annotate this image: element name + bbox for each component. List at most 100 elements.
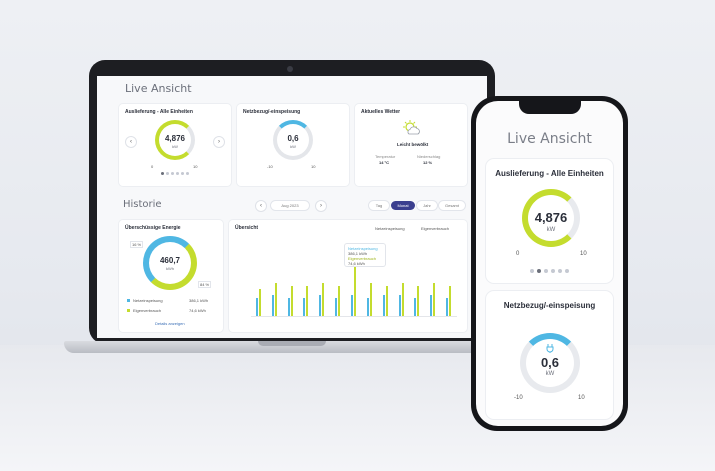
pager-dot[interactable] [186, 172, 189, 175]
laptop-screen: Live Ansicht Auslieferung - Alle Einheit… [97, 76, 487, 338]
legend-value: 74,6 kWh [189, 308, 206, 313]
card-title: Netzbezug/-einspeisung [243, 109, 301, 115]
laptop: Live Ansicht Auslieferung - Alle Einheit… [89, 60, 495, 344]
card-overview-chart: Übersicht Netzeinspeisung Eigenverbrauch… [229, 220, 467, 332]
chart-bar [417, 285, 420, 316]
details-link[interactable]: Details anzeigen [155, 321, 185, 326]
chart-bar [446, 297, 449, 316]
gauge-value: 0,6 [287, 134, 299, 143]
chart-bar [258, 288, 261, 316]
chart-bar [319, 294, 322, 316]
chart-tooltip: Netzeinspeisung 386,1 kWh Eigenverbrauch… [345, 244, 385, 266]
gauge-min: 0 [151, 164, 154, 169]
legend-swatch-green [127, 309, 130, 312]
gauge-max: 10 [193, 164, 198, 169]
donut-unit: kWh [166, 266, 174, 271]
legend-label: Eigenverbrauch [133, 308, 162, 313]
chart-bar [290, 285, 293, 316]
sun-cloud-icon [403, 120, 420, 135]
pager-dot[interactable] [551, 269, 555, 273]
tooltip-line: 74,6 kWh [348, 261, 365, 266]
pager-dot[interactable] [181, 172, 184, 175]
gauge-max: 10 [580, 251, 587, 257]
chart-bar [414, 297, 417, 316]
pager-dot[interactable] [544, 269, 548, 273]
card-delivery: Auslieferung - Alle Einheiten ‹ › 4,876 … [119, 104, 231, 186]
gauge-unit: kW [290, 144, 296, 149]
chart-bar [255, 297, 258, 316]
gauge-value: 4,876 [164, 134, 186, 143]
chart-bar [303, 297, 306, 316]
chart-bar [338, 285, 341, 316]
next-button[interactable]: › [213, 136, 225, 148]
card-title: Auslieferung - Alle Einheiten [125, 109, 193, 115]
laptop-hinge [258, 341, 326, 346]
plug-icon [546, 344, 554, 353]
phone-notch [519, 101, 581, 114]
period-day[interactable]: Tag [369, 201, 389, 210]
chart-bar [401, 282, 404, 316]
chart-bar [449, 285, 452, 316]
legend-swatch-blue [127, 299, 130, 302]
period-year[interactable]: Jahr [417, 201, 437, 210]
gauge-unit: kW [545, 371, 555, 377]
gauge-unit: kW [172, 144, 178, 149]
pager-dot[interactable] [565, 269, 569, 273]
card-title: Netzbezug/-einspeisung [503, 301, 596, 310]
legend-value: 386,1 kWh [189, 298, 209, 303]
pager-dot[interactable] [166, 172, 169, 175]
phone: Live Ansicht Auslieferung - Alle Einheit… [471, 96, 628, 431]
prev-button[interactable]: ‹ [125, 136, 137, 148]
chart-bar [351, 294, 353, 316]
gauge-min: -10 [267, 164, 273, 169]
section-title: Historie [123, 199, 162, 210]
card-surplus: Überschüssige Energie 460,7 kWh 16 % 84 … [119, 220, 223, 332]
gauge-max: 10 [578, 395, 585, 401]
donut-value: 460,7 [159, 256, 181, 265]
gauge-min: -10 [514, 395, 523, 401]
chart-bar [430, 294, 433, 316]
chart-bar [369, 282, 372, 316]
phone-card-grid: Netzbezug/-einspeisung 0,6 kW -10 10 [486, 291, 613, 419]
pager-dot[interactable] [530, 269, 534, 273]
legend-label: Netzeinspeisung [133, 298, 163, 303]
card-title: Aktuelles Wetter [361, 109, 401, 115]
gauge-unit: kW [546, 227, 556, 233]
card-title: Überschüssige Energie [125, 225, 181, 231]
chart-bar [287, 297, 290, 316]
rain-value: 12 % [423, 160, 433, 165]
temp-label: Temperatur [375, 154, 396, 159]
gauge-value: 0,6 [540, 355, 560, 370]
chart-legend-2: Eigenverbrauch [421, 226, 450, 231]
period-total[interactable]: Gesamt [439, 201, 465, 210]
pager-dot[interactable] [558, 269, 562, 273]
history-next-button[interactable]: › [315, 200, 327, 212]
chart-bar [271, 294, 274, 316]
phone-card-delivery: Auslieferung - Alle Einheiten 4,876 kW 0… [486, 159, 613, 283]
rain-label: Niederschlag [417, 154, 441, 159]
pager-dot[interactable] [176, 172, 179, 175]
chart-bar [382, 294, 385, 316]
card-weather: Aktuelles Wetter Leicht bewölkt Temperat… [355, 104, 467, 186]
pager-dot[interactable] [537, 269, 541, 273]
chart-bar [385, 285, 388, 316]
gauge-min: 0 [516, 251, 520, 257]
card-grid: Netzbezug/-einspeisung 0,6 kW -10 10 [237, 104, 349, 186]
pager-dot[interactable] [171, 172, 174, 175]
page-title: Live Ansicht [125, 82, 192, 95]
period-month[interactable]: Monat [391, 201, 415, 210]
phone-screen: Live Ansicht Auslieferung - Alle Einheit… [476, 101, 623, 426]
donut-tag-left: 16 % [131, 242, 143, 247]
phone-title: Live Ansicht [507, 131, 592, 147]
pager-dot[interactable] [161, 172, 164, 175]
card-title: Auslieferung - Alle Einheiten [495, 169, 604, 178]
chart-bar [274, 282, 277, 316]
donut-tag-right: 84 % [199, 282, 211, 287]
chart-bar [366, 297, 369, 316]
date-selector[interactable]: Aug 2023 [271, 201, 309, 210]
chart-bar [322, 282, 325, 316]
history-prev-button[interactable]: ‹ [255, 200, 267, 212]
camera [287, 66, 293, 72]
weather-status: Leicht bewölkt [397, 142, 429, 147]
chart-bar [398, 294, 401, 316]
